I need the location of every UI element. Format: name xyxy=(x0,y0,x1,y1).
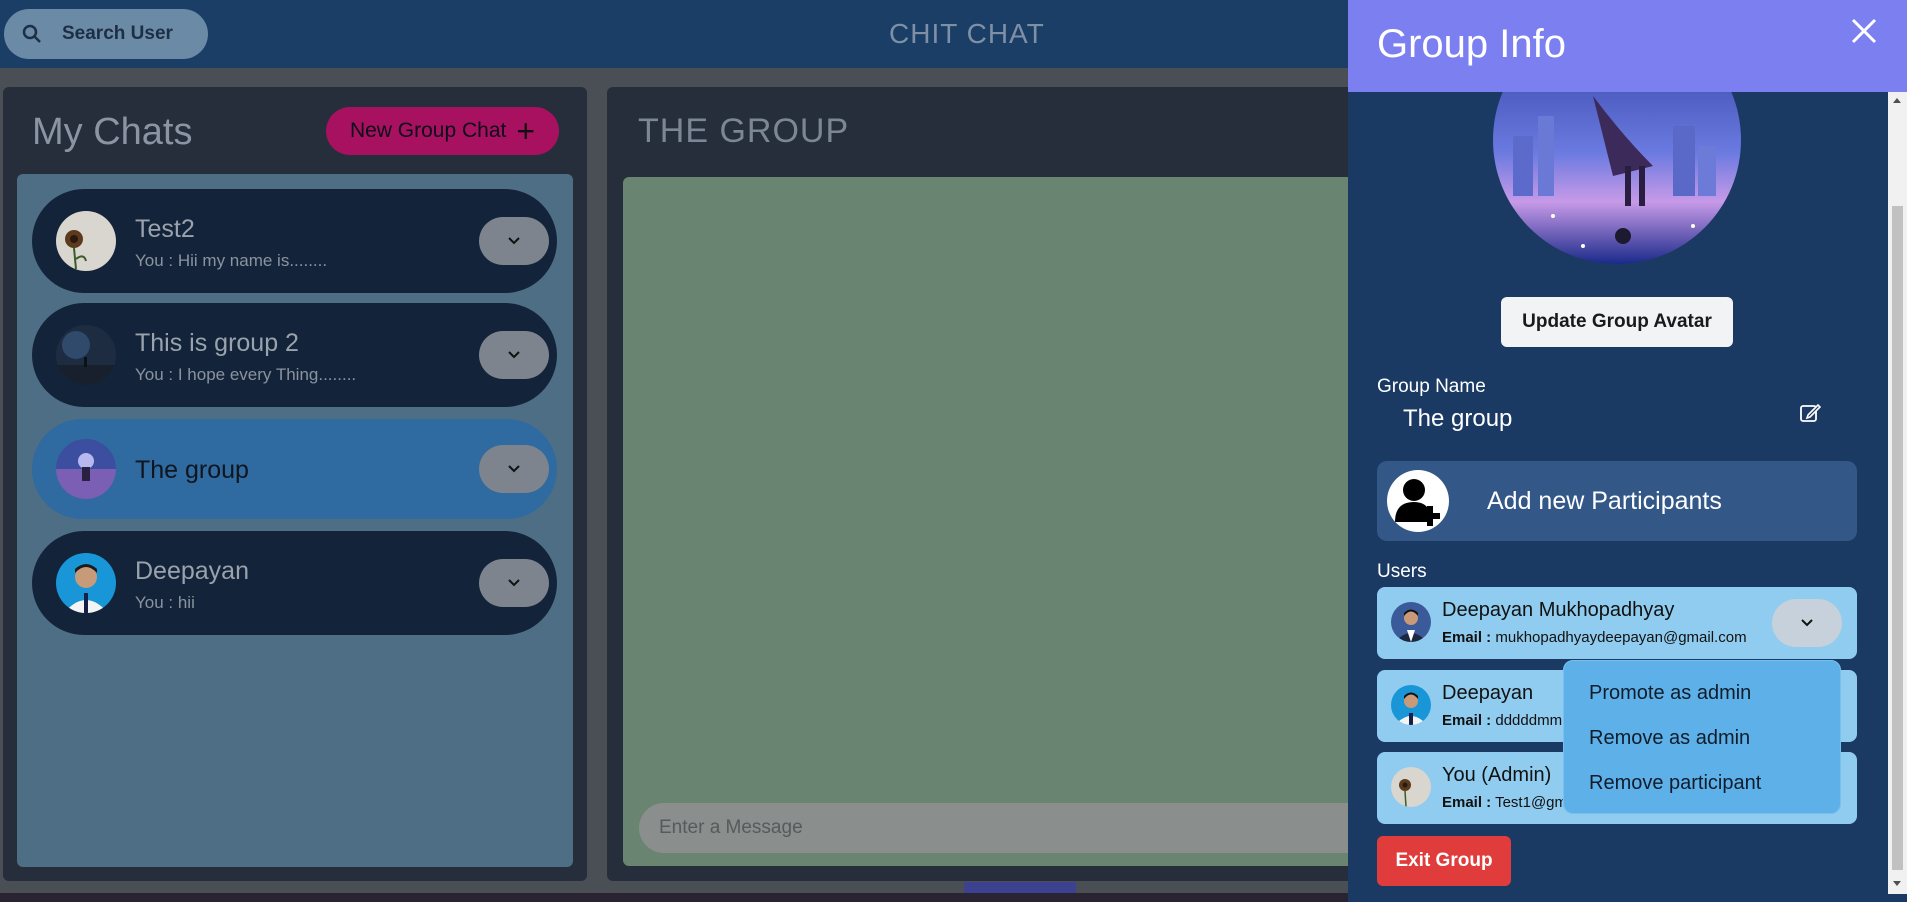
chat-name: Deepayan xyxy=(135,557,249,585)
update-group-avatar-button[interactable]: Update Group Avatar xyxy=(1501,297,1733,347)
chat-options-button[interactable] xyxy=(479,559,549,607)
group-name-label: Group Name xyxy=(1377,376,1486,397)
avatar xyxy=(56,553,116,613)
avatar xyxy=(56,211,116,271)
add-participants-label: Add new Participants xyxy=(1487,487,1722,515)
drawer-scrollbar[interactable] xyxy=(1888,92,1907,894)
avatar xyxy=(1391,602,1431,642)
menu-item-remove-participant[interactable]: Remove participant xyxy=(1589,772,1761,795)
chat-options-button[interactable] xyxy=(479,331,549,379)
user-options-menu: Promote as admin Remove as admin Remove … xyxy=(1563,660,1841,814)
chevron-down-icon xyxy=(508,579,520,587)
chat-title: THE GROUP xyxy=(638,112,850,150)
chat-item-group2[interactable]: This is group 2 You : I hope every Thing… xyxy=(32,303,557,407)
chevron-down-icon xyxy=(508,237,520,245)
new-group-chat-button[interactable]: New Group Chat + xyxy=(326,107,559,155)
chat-item-test2[interactable]: Test2 You : Hii my name is........ xyxy=(32,189,557,293)
new-group-chat-label: New Group Chat xyxy=(349,119,507,142)
user-name: You (Admin) xyxy=(1442,764,1552,786)
drawer-title: Group Info xyxy=(1377,22,1567,66)
users-label: Users xyxy=(1377,561,1427,582)
my-chats-panel: My Chats New Group Chat + Test2 You : Hi… xyxy=(3,87,587,881)
group-name-value: The group xyxy=(1403,405,1513,432)
search-user-button[interactable]: Search User xyxy=(4,9,208,59)
avatar xyxy=(56,325,116,385)
plus-icon: + xyxy=(516,113,536,149)
edit-icon[interactable] xyxy=(1799,402,1822,424)
chat-last-message: You : Hii my name is........ xyxy=(135,251,328,270)
search-user-label: Search User xyxy=(62,23,173,44)
user-card[interactable]: Deepayan Mukhopadhyay Email : mukhopadhy… xyxy=(1377,587,1857,659)
chat-name: The group xyxy=(135,456,249,484)
chat-list: Test2 You : Hii my name is........ This … xyxy=(17,174,573,867)
chat-box: THE GROUP Enter a Message xyxy=(607,87,1348,881)
add-user-icon xyxy=(1387,470,1449,532)
chat-name: This is group 2 xyxy=(135,329,299,357)
chevron-down-icon xyxy=(1801,619,1813,627)
scroll-down-icon[interactable] xyxy=(1893,881,1901,886)
add-participants-button[interactable]: Add new Participants xyxy=(1377,461,1857,541)
chat-options-button[interactable] xyxy=(479,217,549,265)
chat-name: Test2 xyxy=(135,215,195,243)
chevron-down-icon xyxy=(508,465,520,473)
top-header: Search User CHIT CHAT xyxy=(0,0,1348,68)
chevron-down-icon xyxy=(508,351,520,359)
avatar xyxy=(56,439,116,499)
my-chats-title: My Chats xyxy=(32,111,193,153)
user-email: Email : mukhopadhyaydeepayan@gmail.com xyxy=(1442,629,1747,646)
chat-options-button[interactable] xyxy=(479,445,549,493)
app-title: CHIT CHAT xyxy=(889,18,1045,49)
chat-item-deepayan[interactable]: Deepayan You : hii xyxy=(32,531,557,635)
chat-item-the-group[interactable]: The group xyxy=(32,419,557,519)
exit-group-button[interactable]: Exit Group xyxy=(1377,836,1511,886)
menu-item-remove-admin[interactable]: Remove as admin xyxy=(1589,727,1750,750)
search-icon xyxy=(22,24,42,44)
chat-last-message: You : I hope every Thing........ xyxy=(135,365,357,384)
user-email: Email : dddddmm xyxy=(1442,712,1563,729)
close-icon[interactable] xyxy=(1847,14,1881,48)
user-name: Deepayan Mukhopadhyay xyxy=(1442,599,1675,621)
scroll-up-icon[interactable] xyxy=(1893,98,1901,103)
chat-last-message: You : hii xyxy=(135,593,195,612)
user-email: Email : Test1@gm xyxy=(1442,794,1568,811)
group-info-drawer: Group Info Update Group Avatar Group Nam… xyxy=(1348,0,1907,902)
user-options-button[interactable] xyxy=(1772,599,1842,647)
menu-item-promote-admin[interactable]: Promote as admin xyxy=(1589,682,1751,705)
drawer-header: Group Info xyxy=(1348,0,1907,92)
message-input[interactable]: Enter a Message xyxy=(639,803,1348,853)
user-name: Deepayan xyxy=(1442,682,1534,704)
message-area: Enter a Message xyxy=(623,177,1348,866)
avatar xyxy=(1391,767,1431,807)
scroll-thumb[interactable] xyxy=(1892,206,1903,870)
bottom-tab xyxy=(964,882,1076,893)
avatar xyxy=(1391,685,1431,725)
